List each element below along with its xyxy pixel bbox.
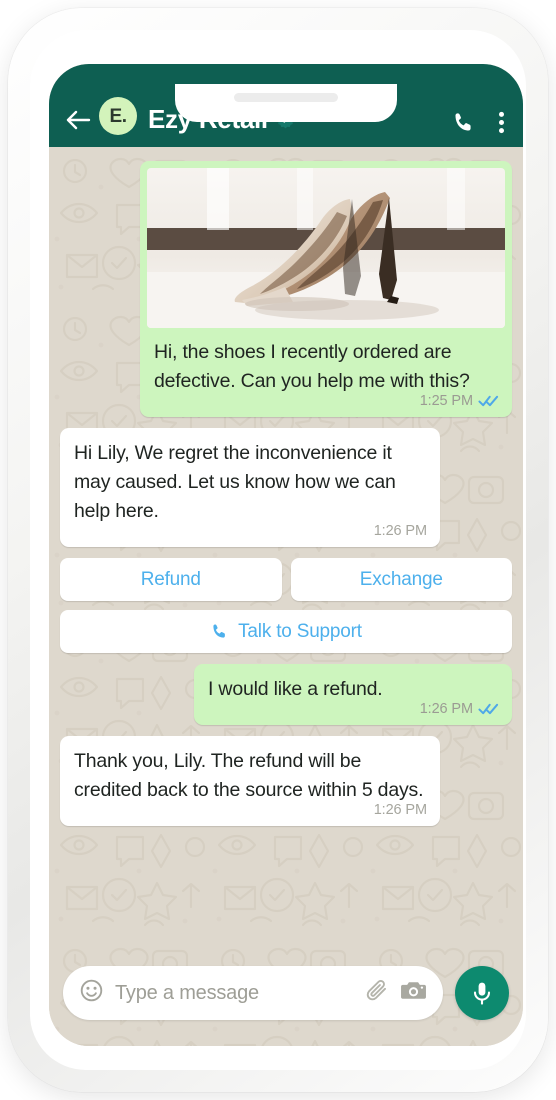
message-timestamp: 1:25 PM [419,393,473,409]
message-row-outgoing: Hi, the shoes I recently ordered are def… [60,161,512,417]
overflow-menu-button[interactable] [498,110,505,135]
message-input-pill[interactable]: Type a message [63,966,443,1020]
quick-reply-row-1: Refund Exchange [60,558,512,601]
message-image-wrapper[interactable] [140,161,512,328]
voice-record-button[interactable] [455,966,509,1020]
message-text: Hi Lily, We regret the inconvenience it … [74,442,396,522]
camera-icon [401,982,426,999]
phone-screen: E. Ezy Retail [49,64,523,1046]
messages-container: Hi, the shoes I recently ordered are def… [49,147,523,826]
message-timestamp: 1:26 PM [373,523,427,539]
phone-call-icon [213,624,226,638]
product-photo-shoes [147,168,505,328]
chat-message-list[interactable]: Hi, the shoes I recently ordered are def… [49,147,523,1046]
message-row-incoming: Thank you, Lily. The refund will be cred… [60,736,512,826]
message-text: I would like a refund. [208,678,383,700]
message-bubble-outgoing[interactable]: I would like a refund. 1:26 PM [194,664,512,725]
back-arrow-icon [66,110,91,130]
message-input-bar: Type a message [49,954,523,1046]
camera-button[interactable] [400,978,427,1008]
emoji-smiley-icon [80,979,103,1002]
refund-button-label: Refund [140,568,201,590]
message-text: Thank you, Lily. The refund will be cred… [74,750,424,801]
talk-to-support-label: Talk to Support [238,620,362,642]
quick-reply-buttons: Refund Exchange Talk to Support [60,558,512,653]
message-bubble-outgoing[interactable]: Hi, the shoes I recently ordered are def… [140,161,512,417]
phone-notch [175,84,397,122]
header-actions [451,110,505,135]
message-timestamp: 1:26 PM [373,802,427,818]
exchange-button[interactable]: Exchange [290,558,512,601]
message-row-incoming: Hi Lily, We regret the inconvenience it … [60,428,512,547]
message-bubble-incoming[interactable]: Thank you, Lily. The refund will be cred… [60,736,440,826]
call-button[interactable] [451,110,476,135]
paperclip-icon [366,979,386,1001]
message-timestamp: 1:26 PM [419,701,473,717]
avatar-initials: E. [109,105,127,127]
phone-call-icon [455,113,471,131]
emoji-button[interactable] [79,978,104,1008]
refund-button[interactable]: Refund [60,558,282,601]
search-input-placeholder: Type a message [115,981,259,1004]
notch-speaker-grille [234,93,338,102]
message-text: Hi, the shoes I recently ordered are def… [154,341,470,392]
avatar[interactable]: E. [99,97,137,135]
phone-device-frame: E. Ezy Retail [8,8,548,1092]
double-check-read-icon [478,703,499,715]
back-button[interactable] [63,105,93,135]
attach-button[interactable] [364,978,389,1008]
talk-to-support-button[interactable]: Talk to Support [60,610,512,653]
microphone-icon [473,982,491,1005]
quick-reply-row-2: Talk to Support [60,610,512,653]
overflow-menu-icon [499,111,504,134]
message-row-outgoing: I would like a refund. 1:26 PM [60,664,512,725]
exchange-button-label: Exchange [359,568,443,590]
double-check-read-icon [478,395,499,407]
message-bubble-incoming[interactable]: Hi Lily, We regret the inconvenience it … [60,428,440,547]
